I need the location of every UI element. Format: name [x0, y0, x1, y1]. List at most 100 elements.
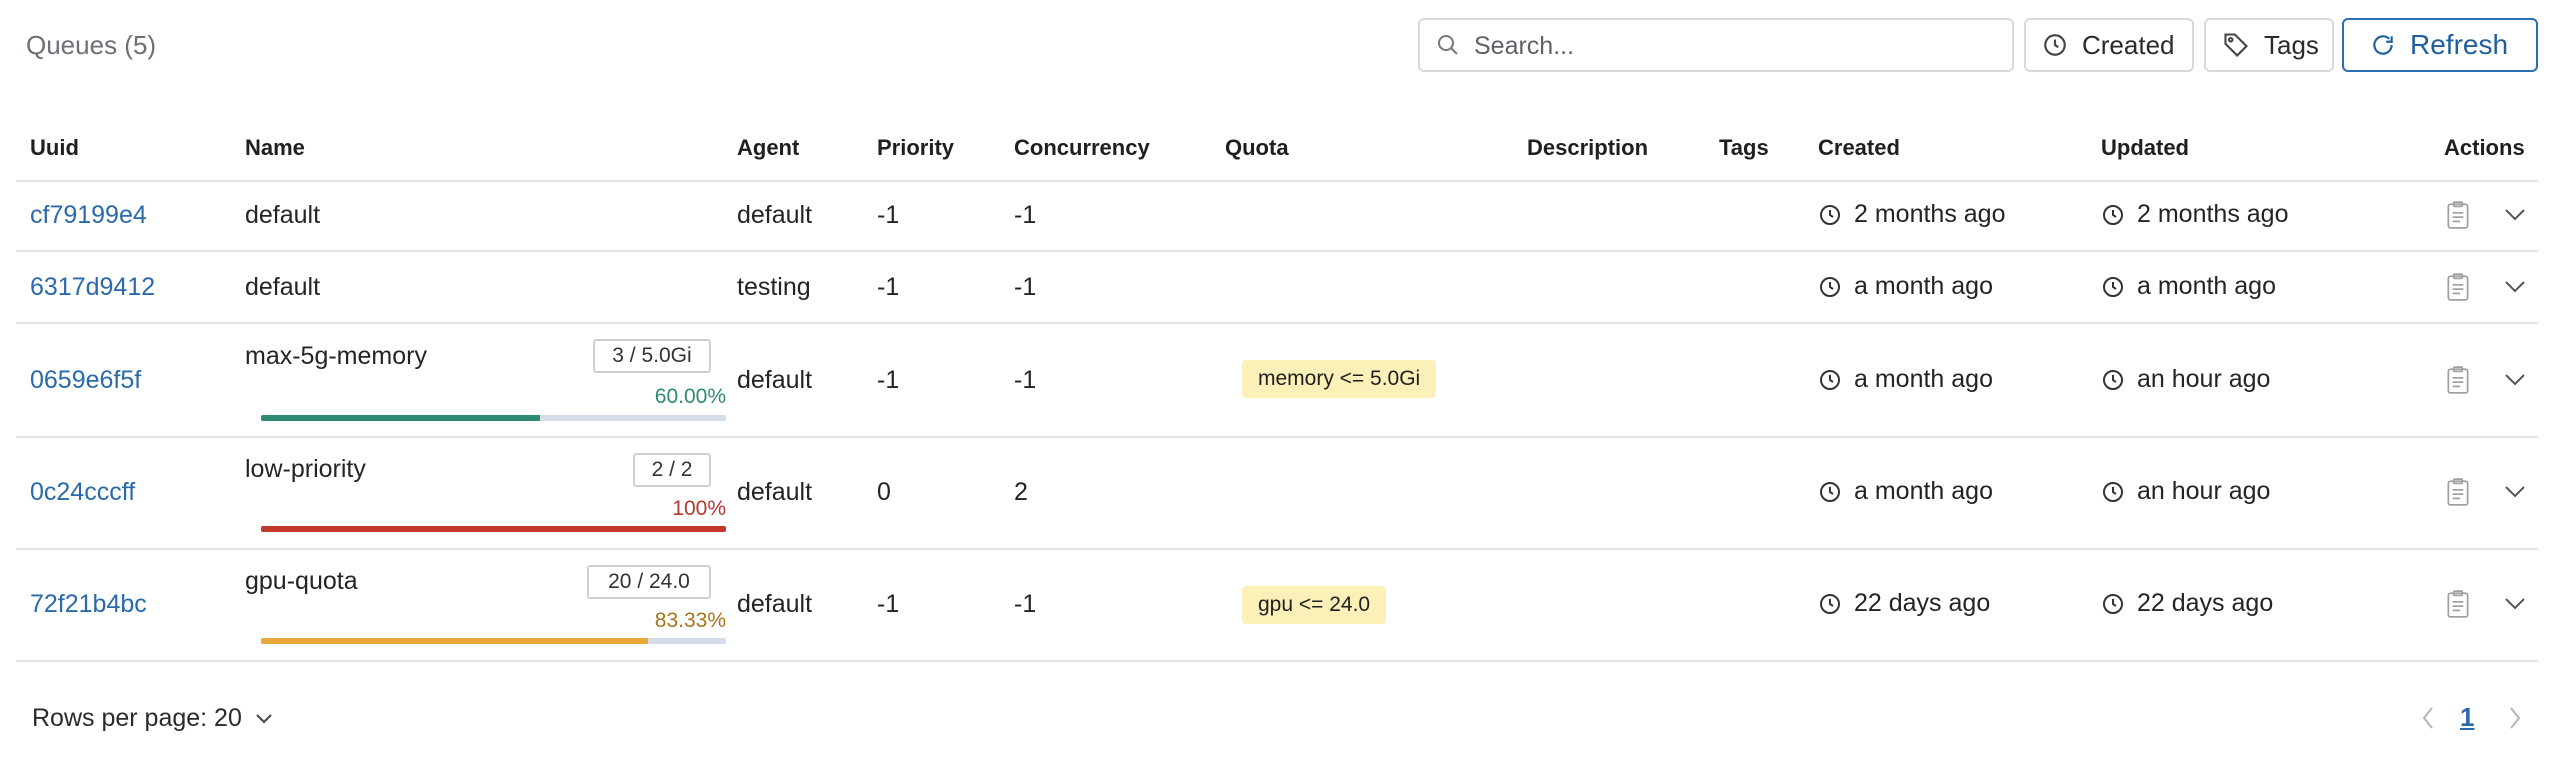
column-header-quota[interactable]: Quota — [1225, 135, 1289, 161]
clipboard-icon — [2447, 273, 2469, 301]
chevron-left-icon — [2422, 707, 2433, 729]
column-header-actions: Actions — [2444, 135, 2525, 160]
column-header-tags[interactable]: Tags — [1719, 135, 1769, 161]
expand-row-button[interactable] — [2502, 276, 2528, 301]
clock-icon — [2101, 592, 2125, 616]
column-header-agent[interactable]: Agent — [737, 135, 799, 161]
usage-progress-bar — [261, 415, 726, 421]
row-name: default — [245, 201, 321, 229]
chevron-down-icon — [2505, 598, 2525, 610]
expand-row-button[interactable] — [2502, 204, 2528, 229]
rows-per-page-label: Rows per page: 20 — [32, 704, 242, 732]
row-updated-text: an hour ago — [2137, 477, 2271, 505]
rows-per-page-select[interactable]: Rows per page: 20 — [32, 704, 274, 733]
toolbar: Queues (5) Created Tags Refresh — [0, 0, 2556, 92]
previous-page-button[interactable] — [2419, 704, 2437, 737]
usage-percent: 100% — [672, 497, 726, 520]
chevron-down-icon — [2505, 374, 2525, 386]
row-created: a month ago — [1818, 365, 1993, 394]
tags-filter-button[interactable]: Tags — [2204, 18, 2334, 72]
usage-progress-bar — [261, 638, 726, 644]
usage-percent: 60.00% — [654, 385, 726, 408]
search-icon — [1436, 33, 1460, 62]
row-concurrency: -1 — [1014, 366, 1037, 394]
row-priority: -1 — [877, 201, 900, 229]
usage-progress-fill — [261, 638, 649, 644]
column-header-concurrency[interactable]: Concurrency — [1014, 135, 1150, 161]
clock-icon — [1818, 368, 1842, 392]
row-created-text: a month ago — [1854, 477, 1993, 505]
row-agent: testing — [737, 273, 811, 301]
row-name: max-5g-memory — [245, 342, 427, 370]
clipboard-icon — [2447, 366, 2469, 394]
clipboard-icon — [2447, 201, 2469, 229]
refresh-button[interactable]: Refresh — [2342, 18, 2538, 72]
row-updated-text: a month ago — [2137, 272, 2276, 300]
tag-icon — [2222, 31, 2250, 59]
row-uuid-link[interactable]: 72f21b4bc — [30, 590, 147, 619]
row-concurrency: -1 — [1014, 201, 1037, 229]
next-page-button[interactable] — [2506, 704, 2524, 737]
column-header-updated[interactable]: Updated — [2101, 135, 2189, 161]
row-updated-text: 2 months ago — [2137, 200, 2289, 228]
usage-badge: 20 / 24.0 — [587, 565, 711, 599]
column-header-description[interactable]: Description — [1527, 135, 1648, 161]
row-created: a month ago — [1818, 272, 1993, 301]
chevron-down-icon — [2505, 486, 2525, 498]
table-footer: Rows per page: 20 1 — [0, 680, 2556, 760]
copy-button[interactable] — [2445, 272, 2471, 307]
clock-icon — [2101, 480, 2125, 504]
queues-page: Queues (5) Created Tags Refresh — [0, 0, 2556, 776]
created-filter-label: Created — [2082, 29, 2175, 60]
column-header-priority[interactable]: Priority — [877, 135, 954, 161]
table-row[interactable]: 72f21b4bc gpu-quota 20 / 24.0 83.33% def… — [16, 550, 2538, 662]
expand-row-button[interactable] — [2502, 481, 2528, 506]
row-created: a month ago — [1818, 477, 1993, 506]
table-row[interactable]: cf79199e4 default default -1 -1 2 months… — [16, 180, 2538, 252]
search-box[interactable] — [1418, 18, 2014, 72]
table-row[interactable]: 6317d9412 default testing -1 -1 a month … — [16, 252, 2538, 324]
row-uuid-link[interactable]: 0659e6f5f — [30, 366, 141, 395]
column-header-created[interactable]: Created — [1818, 135, 1900, 161]
row-created: 2 months ago — [1818, 200, 2006, 229]
quota-tag: gpu <= 24.0 — [1242, 586, 1387, 624]
page-number-link[interactable]: 1 — [2460, 702, 2474, 733]
created-filter-button[interactable]: Created — [2024, 18, 2194, 72]
column-header-uuid[interactable]: Uuid — [30, 135, 79, 161]
row-concurrency: -1 — [1014, 590, 1037, 618]
clock-icon — [1818, 275, 1842, 299]
expand-row-button[interactable] — [2502, 593, 2528, 618]
column-header-name[interactable]: Name — [245, 135, 305, 161]
expand-row-button[interactable] — [2502, 369, 2528, 394]
search-input[interactable] — [1472, 28, 1996, 64]
clock-icon — [2101, 275, 2125, 299]
row-concurrency: 2 — [1014, 478, 1028, 506]
chevron-right-icon — [2510, 707, 2521, 729]
copy-button[interactable] — [2445, 200, 2471, 235]
row-concurrency: -1 — [1014, 273, 1037, 301]
row-updated: an hour ago — [2101, 477, 2270, 506]
row-updated: a month ago — [2101, 272, 2276, 301]
copy-button[interactable] — [2445, 589, 2471, 624]
row-updated: an hour ago — [2101, 365, 2270, 394]
tags-filter-label: Tags — [2264, 29, 2319, 60]
clock-icon — [1818, 592, 1842, 616]
row-uuid-link[interactable]: cf79199e4 — [30, 201, 147, 230]
row-uuid-link[interactable]: 6317d9412 — [30, 273, 155, 302]
row-priority: -1 — [877, 273, 900, 301]
refresh-label: Refresh — [2410, 29, 2509, 60]
usage-progress-fill — [261, 415, 540, 421]
row-agent: default — [737, 590, 813, 618]
chevron-down-icon — [2505, 281, 2525, 293]
row-agent: default — [737, 366, 813, 394]
clipboard-icon — [2447, 478, 2469, 506]
table-header: Uuid Name Agent Priority Concurrency Quo… — [16, 118, 2538, 182]
copy-button[interactable] — [2445, 477, 2471, 512]
row-uuid-link[interactable]: 0c24cccff — [30, 478, 135, 507]
table-row[interactable]: 0c24cccff low-priority 2 / 2 100% defaul… — [16, 438, 2538, 550]
row-updated: 2 months ago — [2101, 200, 2289, 229]
copy-button[interactable] — [2445, 365, 2471, 400]
row-agent: default — [737, 201, 813, 229]
row-created-text: 22 days ago — [1854, 589, 1991, 617]
table-row[interactable]: 0659e6f5f max-5g-memory 3 / 5.0Gi 60.00%… — [16, 324, 2538, 438]
